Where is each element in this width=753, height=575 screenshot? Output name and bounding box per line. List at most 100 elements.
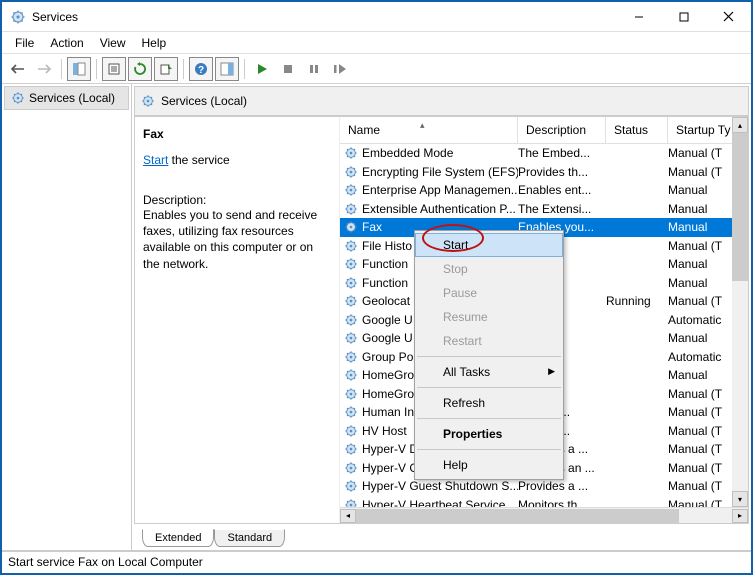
status-text: Start service Fax on Local Computer	[8, 555, 203, 569]
service-name: Enterprise App Managemen...	[362, 183, 518, 197]
back-button[interactable]	[6, 57, 30, 81]
service-description: Enables ent...	[518, 183, 606, 197]
service-name: Hyper-V Heartbeat Service	[362, 498, 505, 507]
service-icon	[344, 368, 358, 382]
detail-panel: Fax Start the service Description: Enabl…	[135, 117, 340, 523]
description-text: Enables you to send and receive faxes, u…	[143, 207, 329, 272]
minimize-button[interactable]	[616, 2, 661, 31]
service-row[interactable]: Hyper-V Heartbeat Service Monitors th...…	[340, 496, 748, 508]
vertical-scrollbar[interactable]: ▴ ▾	[732, 117, 748, 507]
action-pane-button[interactable]	[215, 57, 239, 81]
scroll-down-button[interactable]: ▾	[732, 491, 748, 507]
service-row[interactable]: Extensible Authentication P... The Exten…	[340, 200, 748, 219]
service-description: Provides a ...	[518, 479, 606, 493]
menubar: File Action View Help	[2, 32, 751, 54]
service-icon	[344, 331, 358, 345]
cm-properties[interactable]: Properties	[415, 422, 563, 446]
detail-action-line: Start the service	[143, 153, 329, 167]
menu-help[interactable]: Help	[134, 33, 175, 53]
service-icon	[344, 498, 358, 507]
service-icon	[344, 165, 358, 179]
close-button[interactable]	[706, 2, 751, 31]
service-description: The Embed...	[518, 146, 606, 160]
tree-root-label: Services (Local)	[29, 91, 115, 105]
horizontal-scrollbar[interactable]: ◂ ▸	[340, 507, 748, 523]
service-status: Running	[606, 294, 668, 308]
scroll-left-button[interactable]: ◂	[340, 509, 356, 523]
service-icon	[344, 276, 358, 290]
service-icon	[344, 257, 358, 271]
tab-extended[interactable]: Extended	[142, 529, 214, 547]
toolbar: ?	[2, 54, 751, 84]
service-row[interactable]: Embedded Mode The Embed... Manual (T	[340, 144, 748, 163]
service-name: Hyper-V Guest Shutdown S...	[362, 479, 518, 493]
service-name: Extensible Authentication P...	[362, 202, 516, 216]
show-hide-tree-button[interactable]	[67, 57, 91, 81]
titlebar[interactable]: Services	[2, 2, 751, 32]
col-status[interactable]: Status	[606, 117, 668, 143]
description-heading: Description:	[143, 193, 329, 207]
service-name: Human In	[362, 405, 414, 419]
services-icon	[11, 91, 25, 105]
restart-service-button[interactable]	[328, 57, 352, 81]
forward-button[interactable]	[32, 57, 56, 81]
service-row[interactable]: Enterprise App Managemen... Enables ent.…	[340, 181, 748, 200]
cm-help[interactable]: Help	[415, 453, 563, 477]
service-icon	[344, 442, 358, 456]
service-name: HomeGro	[362, 368, 414, 382]
tree-root[interactable]: Services (Local)	[4, 86, 129, 110]
scroll-up-button[interactable]: ▴	[732, 117, 748, 133]
window-title: Services	[32, 10, 616, 24]
service-icon	[344, 183, 358, 197]
service-icon	[344, 387, 358, 401]
service-icon	[344, 350, 358, 364]
services-icon	[141, 94, 155, 108]
properties-button[interactable]	[102, 57, 126, 81]
selected-service-name: Fax	[143, 127, 329, 141]
export-button[interactable]	[154, 57, 178, 81]
service-icon	[344, 461, 358, 475]
cm-resume: Resume	[415, 305, 563, 329]
menu-view[interactable]: View	[92, 33, 134, 53]
service-description: Monitors th...	[518, 498, 606, 507]
services-window: Services File Action View Help ?	[0, 0, 753, 575]
cm-stop: Stop	[415, 257, 563, 281]
service-description: Provides th...	[518, 165, 606, 179]
scroll-thumb[interactable]	[732, 133, 748, 281]
cm-all-tasks[interactable]: All Tasks▶	[415, 360, 563, 384]
service-row[interactable]: Encrypting File System (EFS) Provides th…	[340, 163, 748, 182]
context-menu[interactable]: Start Stop Pause Resume Restart All Task…	[414, 230, 564, 480]
stop-service-button[interactable]	[276, 57, 300, 81]
service-name: HomeGro	[362, 387, 414, 401]
cm-start[interactable]: Start	[415, 233, 563, 257]
start-link[interactable]: Start	[143, 153, 168, 167]
sort-indicator-icon: ▴	[420, 120, 425, 131]
menu-file[interactable]: File	[7, 33, 42, 53]
services-icon	[10, 9, 26, 25]
col-name[interactable]: Name	[340, 117, 518, 143]
tab-standard[interactable]: Standard	[214, 529, 285, 547]
service-name: Fax	[362, 220, 382, 234]
service-name: File Histo	[362, 239, 412, 253]
refresh-button[interactable]	[128, 57, 152, 81]
view-tabs: Extended Standard	[134, 526, 749, 548]
start-service-button[interactable]	[250, 57, 274, 81]
service-name: HV Host	[362, 424, 407, 438]
menu-action[interactable]: Action	[42, 33, 91, 53]
pause-service-button[interactable]	[302, 57, 326, 81]
service-icon	[344, 202, 358, 216]
service-icon	[344, 220, 358, 234]
service-icon	[344, 424, 358, 438]
col-description[interactable]: Description	[518, 117, 606, 143]
service-name: Google U	[362, 331, 413, 345]
tree-pane[interactable]: Services (Local)	[2, 84, 132, 550]
maximize-button[interactable]	[661, 2, 706, 31]
scroll-thumb[interactable]	[356, 509, 679, 523]
column-headers[interactable]: Name ▴ Description Status Startup Ty	[340, 117, 748, 144]
cm-refresh[interactable]: Refresh	[415, 391, 563, 415]
content-area: Services (Local) Services (Local) Fax St…	[2, 84, 751, 551]
scroll-right-button[interactable]: ▸	[732, 509, 748, 523]
cm-restart: Restart	[415, 329, 563, 353]
service-icon	[344, 405, 358, 419]
help-button[interactable]: ?	[189, 57, 213, 81]
